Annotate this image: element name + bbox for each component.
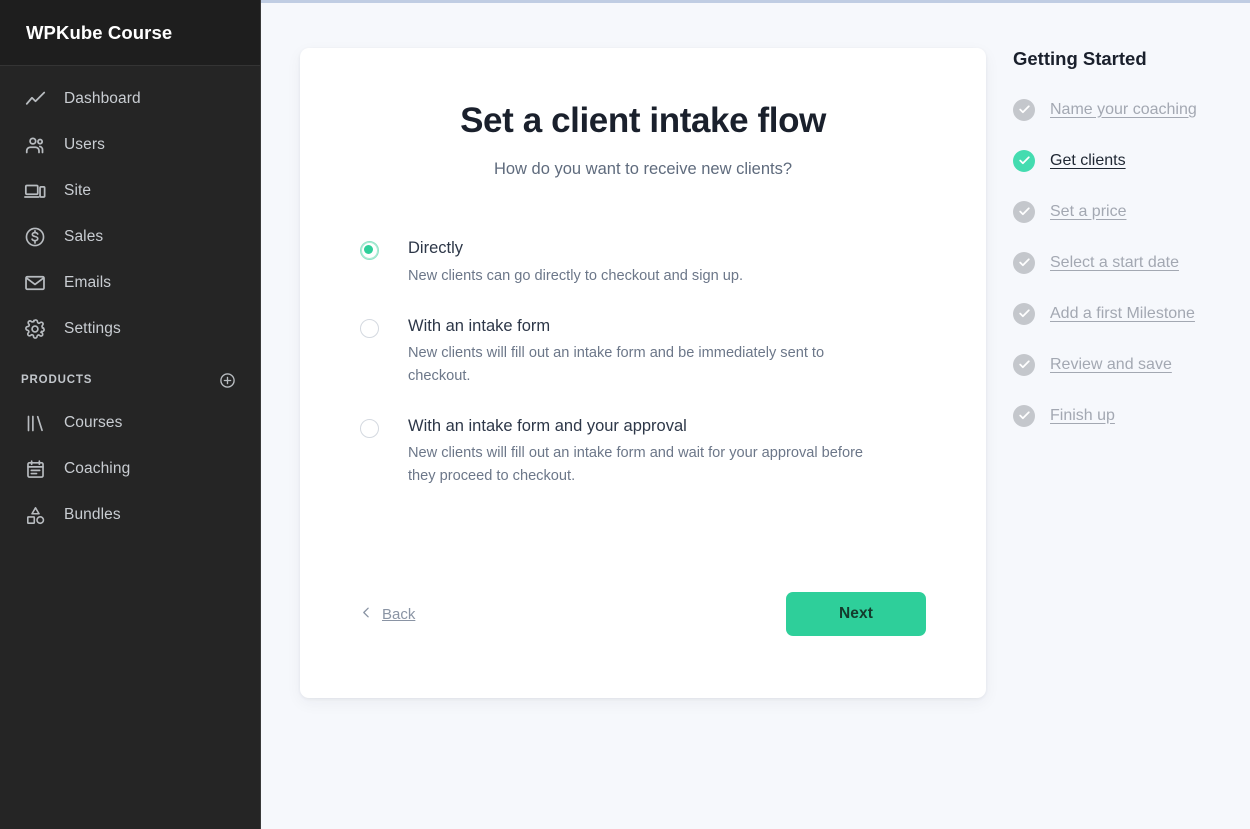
sidebar-header: WPKube Course (0, 0, 260, 66)
plus-circle-icon[interactable] (219, 372, 236, 389)
sidebar-item-label: Users (64, 136, 105, 154)
sidebar-item-label: Settings (64, 320, 121, 338)
checklist-item-label: Add a first Milestone (1050, 305, 1195, 323)
option-label: Directly (408, 238, 743, 259)
shapes-icon (21, 501, 49, 529)
sidebar-item-bundles[interactable]: Bundles (0, 492, 260, 538)
sidebar: WPKube Course Dashboard Users (0, 0, 261, 829)
users-icon (21, 131, 49, 159)
intake-flow-options: Directly New clients can go directly to … (360, 238, 926, 487)
sidebar-item-site[interactable]: Site (0, 168, 260, 214)
checklist-item-select-a-start-date[interactable]: Select a start date (1013, 237, 1250, 288)
option-with-intake-form-and-approval[interactable]: With an intake form and your approval Ne… (360, 416, 926, 487)
checklist-item-add-a-first-milestone[interactable]: Add a first Milestone (1013, 288, 1250, 339)
checklist-item-label: Get clients (1050, 152, 1126, 170)
check-circle-icon (1013, 150, 1035, 172)
chevron-left-icon (360, 606, 373, 623)
envelope-icon (21, 269, 49, 297)
sidebar-item-coaching[interactable]: Coaching (0, 446, 260, 492)
sidebar-item-label: Site (64, 182, 91, 200)
chart-line-icon (21, 85, 49, 113)
sidebar-item-label: Dashboard (64, 90, 141, 108)
back-button[interactable]: Back (360, 606, 415, 623)
onboarding-card: Set a client intake flow How do you want… (300, 48, 986, 698)
devices-icon (21, 177, 49, 205)
check-circle-icon (1013, 201, 1035, 223)
option-label: With an intake form (408, 316, 890, 337)
checklist-item-get-clients[interactable]: Get clients (1013, 135, 1250, 186)
checklist-item-label: Review and save (1050, 356, 1172, 374)
back-label: Back (382, 606, 415, 623)
sidebar-item-dashboard[interactable]: Dashboard (0, 76, 260, 122)
page-subtitle: How do you want to receive new clients? (360, 160, 926, 179)
sidebar-item-label: Courses (64, 414, 122, 432)
option-description: New clients can go directly to checkout … (408, 265, 743, 287)
products-section-header: PRODUCTS (0, 360, 260, 400)
sidebar-item-settings[interactable]: Settings (0, 306, 260, 352)
sidebar-item-users[interactable]: Users (0, 122, 260, 168)
option-directly[interactable]: Directly New clients can go directly to … (360, 238, 926, 287)
option-body: With an intake form and your approval Ne… (408, 416, 890, 487)
check-circle-icon (1013, 252, 1035, 274)
check-circle-icon (1013, 354, 1035, 376)
sidebar-nav: Dashboard Users Site (0, 66, 260, 538)
sidebar-item-courses[interactable]: Courses (0, 400, 260, 446)
option-label: With an intake form and your approval (408, 416, 890, 437)
option-with-intake-form[interactable]: With an intake form New clients will fil… (360, 316, 926, 387)
clipboard-icon (21, 455, 49, 483)
option-body: With an intake form New clients will fil… (408, 316, 890, 387)
radio-with-intake-form[interactable] (360, 319, 379, 338)
next-button[interactable]: Next (786, 592, 926, 636)
checklist-item-set-a-price[interactable]: Set a price (1013, 186, 1250, 237)
sidebar-item-label: Emails (64, 274, 111, 292)
check-circle-icon (1013, 303, 1035, 325)
page-title: Set a client intake flow (360, 100, 926, 142)
checklist-item-label: Name your coaching (1050, 101, 1197, 119)
check-circle-icon (1013, 405, 1035, 427)
app-title: WPKube Course (26, 22, 172, 44)
check-circle-icon (1013, 99, 1035, 121)
card-footer: Back Next (360, 592, 926, 636)
checklist-item-label: Set a price (1050, 203, 1126, 221)
checklist-item-finish-up[interactable]: Finish up (1013, 390, 1250, 441)
dollar-circle-icon (21, 223, 49, 251)
checklist-item-label: Select a start date (1050, 254, 1179, 272)
radio-with-intake-form-and-approval[interactable] (360, 419, 379, 438)
checklist-item-name-your-coaching[interactable]: Name your coaching (1013, 84, 1250, 135)
gear-icon (21, 315, 49, 343)
radio-directly[interactable] (360, 241, 379, 260)
getting-started-checklist: Getting Started Name your coaching Get c… (1013, 48, 1250, 441)
sidebar-item-label: Coaching (64, 460, 130, 478)
sidebar-item-label: Bundles (64, 506, 121, 524)
books-icon (21, 409, 49, 437)
sidebar-item-label: Sales (64, 228, 103, 246)
checklist-item-review-and-save[interactable]: Review and save (1013, 339, 1250, 390)
option-body: Directly New clients can go directly to … (408, 238, 743, 287)
products-section-label: PRODUCTS (21, 374, 92, 386)
checklist-title: Getting Started (1013, 48, 1250, 70)
top-border-rule (261, 0, 1250, 3)
sidebar-item-emails[interactable]: Emails (0, 260, 260, 306)
option-description: New clients will fill out an intake form… (408, 442, 890, 486)
option-description: New clients will fill out an intake form… (408, 342, 890, 386)
checklist-item-label: Finish up (1050, 407, 1115, 425)
main-content: Set a client intake flow How do you want… (261, 3, 1250, 829)
sidebar-item-sales[interactable]: Sales (0, 214, 260, 260)
